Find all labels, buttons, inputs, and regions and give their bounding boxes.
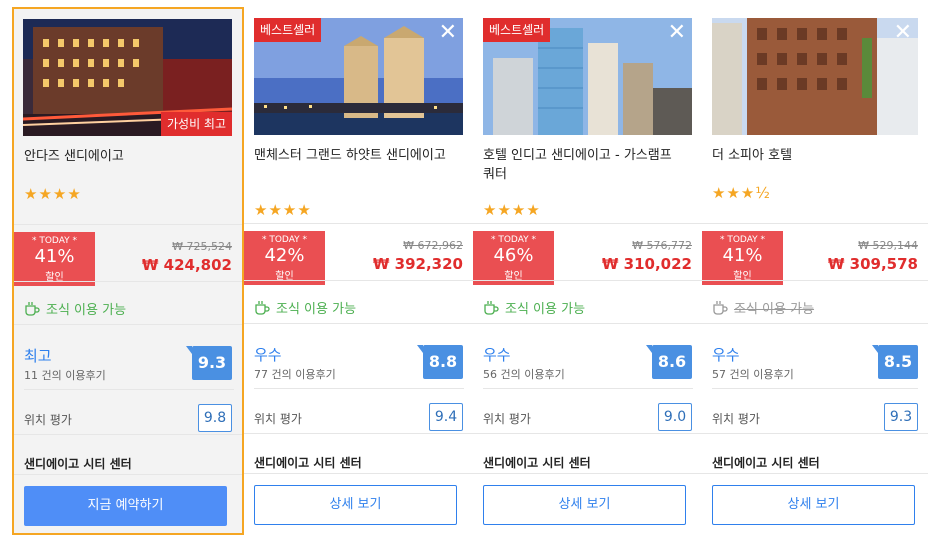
bestseller-badge: 베스트셀러 (254, 18, 322, 42)
hotel-name[interactable]: 안다즈 샌디에이고 (24, 147, 224, 166)
location-score-badge: 9.4 (429, 403, 463, 431)
value-badge: 가성비 최고 (160, 112, 232, 136)
hotel-name[interactable]: 맨체스터 그랜드 하얏트 샌디에이고 (254, 146, 454, 165)
coffee-cup-icon (484, 301, 499, 315)
view-details-button[interactable]: 상세 보기 (254, 485, 457, 525)
book-now-button[interactable]: 지금 예약하기 (24, 486, 227, 526)
today-discount-badge: * TODAY * 41% 할인 (702, 231, 783, 285)
hotel-card-2[interactable]: 베스트셀러 ✕ 맨체스터 그랜드 하얏트 샌디에이고 ★★★★ * TODAY … (244, 8, 473, 536)
discounted-price: ₩ 392,320 (372, 255, 463, 273)
hotel-card-3[interactable]: 베스트셀러 ✕ 호텔 인디고 샌디에이고 - 가스램프 쿼터 ★★★★ * TO… (473, 8, 702, 536)
close-icon[interactable]: ✕ (668, 22, 686, 44)
hotel-photo[interactable]: ✕ (712, 18, 918, 135)
hotel-card-1[interactable]: 가성비 최고 안다즈 샌디에이고 ★★★★ * TODAY * 41% 할인 ₩… (12, 7, 244, 535)
breakfast-info-unavailable: 조식 이용 가능 (712, 298, 814, 317)
view-details-button[interactable]: 상세 보기 (483, 485, 686, 525)
review-count[interactable]: 11 건의 이용후기 (24, 367, 106, 383)
star-rating: ★★★★ (24, 185, 82, 203)
coffee-cup-icon (25, 302, 40, 316)
location-rating-label: 위치 평가 (712, 412, 760, 426)
location-score-badge: 9.0 (658, 403, 692, 431)
breakfast-info: 조식 이용 가능 (254, 298, 356, 317)
rating-word: 우수 (712, 346, 740, 364)
hotel-name[interactable]: 호텔 인디고 샌디에이고 - 가스램프 쿼터 (483, 146, 683, 184)
hotel-name[interactable]: 더 소피아 호텔 (712, 146, 912, 165)
area-name: 샌디에이고 시티 센터 (483, 456, 591, 470)
review-score-badge: 8.8 (417, 345, 463, 379)
review-count[interactable]: 57 건의 이용후기 (712, 366, 794, 382)
close-icon[interactable]: ✕ (894, 22, 912, 44)
rating-word: 우수 (254, 346, 282, 364)
review-count[interactable]: 77 건의 이용후기 (254, 366, 336, 382)
original-price: ₩ 725,524 (172, 240, 232, 253)
coffee-cup-icon (713, 301, 728, 315)
rating-word: 우수 (483, 346, 511, 364)
review-score-badge: 8.6 (646, 345, 692, 379)
hotel-card-4[interactable]: ✕ 더 소피아 호텔 ★★★½ * TODAY * 41% 할인 ₩ 529,1… (702, 8, 928, 536)
coffee-cup-icon (255, 301, 270, 315)
breakfast-info: 조식 이용 가능 (24, 299, 126, 318)
review-count[interactable]: 56 건의 이용후기 (483, 366, 565, 382)
location-rating-label: 위치 평가 (483, 412, 531, 426)
location-score-badge: 9.3 (884, 403, 918, 431)
original-price: ₩ 576,772 (632, 239, 692, 252)
location-score-badge: 9.8 (198, 404, 232, 432)
bestseller-badge: 베스트셀러 (483, 18, 551, 42)
discounted-price: ₩ 424,802 (141, 256, 232, 274)
close-icon[interactable]: ✕ (439, 22, 457, 44)
rating-word: 최고 (24, 347, 52, 365)
area-name: 샌디에이고 시티 센터 (24, 457, 132, 471)
review-score-badge: 9.3 (186, 346, 232, 380)
breakfast-info: 조식 이용 가능 (483, 298, 585, 317)
today-discount-badge: * TODAY * 46% 할인 (473, 231, 554, 285)
hotel-photo[interactable]: 가성비 최고 (23, 19, 232, 136)
hotel-results-row: 가성비 최고 안다즈 샌디에이고 ★★★★ * TODAY * 41% 할인 ₩… (0, 0, 928, 547)
star-rating: ★★★½ (712, 184, 771, 202)
view-details-button[interactable]: 상세 보기 (712, 485, 915, 525)
original-price: ₩ 672,962 (403, 239, 463, 252)
review-score-badge: 8.5 (872, 345, 918, 379)
location-rating-label: 위치 평가 (24, 413, 72, 427)
discounted-price: ₩ 309,578 (827, 255, 918, 273)
location-rating-label: 위치 평가 (254, 412, 302, 426)
star-rating: ★★★★ (483, 201, 541, 219)
hotel-photo[interactable]: 베스트셀러 ✕ (254, 18, 463, 135)
area-name: 샌디에이고 시티 센터 (254, 456, 362, 470)
today-discount-badge: * TODAY * 41% 할인 (14, 232, 95, 286)
original-price: ₩ 529,144 (858, 239, 918, 252)
today-discount-badge: * TODAY * 42% 할인 (244, 231, 325, 285)
hotel-photo[interactable]: 베스트셀러 ✕ (483, 18, 692, 135)
area-name: 샌디에이고 시티 센터 (712, 456, 820, 470)
star-rating: ★★★★ (254, 201, 312, 219)
discounted-price: ₩ 310,022 (601, 255, 692, 273)
